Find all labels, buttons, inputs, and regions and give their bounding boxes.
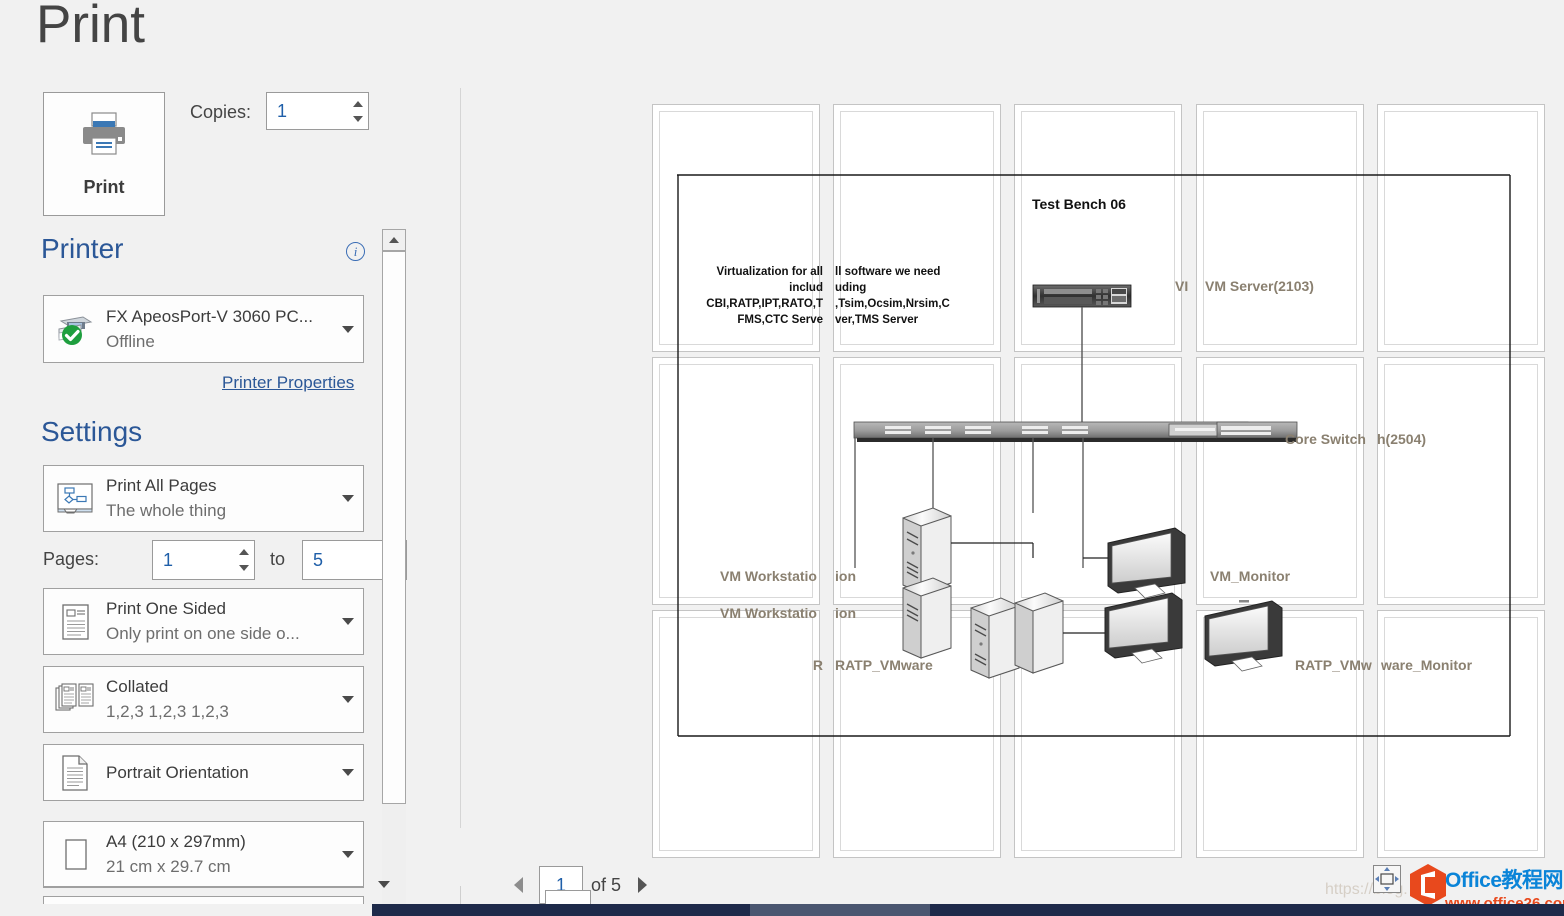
print-preview-area[interactable]: Test Bench 06 Virtualization for all inc… — [505, 88, 1564, 858]
zoom-to-page-icon[interactable] — [1373, 865, 1401, 893]
preview-page-tile[interactable] — [1196, 104, 1364, 352]
chevron-down-icon[interactable] — [333, 851, 363, 858]
preview-page-tile[interactable] — [652, 104, 820, 352]
printer-status: Offline — [106, 332, 333, 352]
chevron-down-icon[interactable] — [333, 769, 363, 776]
printer-name: FX ApeosPort-V 3060 PC... — [106, 307, 333, 327]
copies-label: Copies: — [190, 102, 251, 123]
printer-section-heading: Printer — [41, 233, 123, 265]
pages-from-stepper[interactable]: 1 — [152, 540, 255, 580]
printer-icon — [78, 110, 130, 163]
setting-paper-size[interactable]: A4 (210 x 297mm) 21 cm x 29.7 cm — [43, 821, 364, 888]
setting-title: A4 (210 x 297mm) — [106, 832, 333, 852]
one-sided-icon — [44, 602, 106, 642]
spinner-down-icon[interactable] — [239, 565, 249, 571]
preview-page-tile[interactable] — [1377, 610, 1545, 858]
print-all-pages-icon — [44, 481, 106, 517]
prev-page-icon — [514, 877, 523, 893]
info-icon[interactable]: i — [346, 242, 365, 261]
setting-subtitle: The whole thing — [106, 501, 333, 521]
pages-label: Pages: — [43, 549, 99, 570]
pages-from-spin-arrows[interactable] — [234, 541, 254, 579]
taskbar-left-segment — [0, 904, 372, 916]
scrollbar-thumb[interactable] — [382, 251, 406, 804]
taskbar-active-segment — [750, 904, 930, 916]
page-count-label: of 5 — [591, 875, 621, 896]
copies-value[interactable]: 1 — [267, 93, 348, 129]
portrait-icon — [44, 753, 106, 793]
scroll-up-icon — [389, 237, 399, 243]
setting-subtitle: Only print on one side o... — [106, 624, 333, 644]
page-title: Print — [36, 0, 145, 55]
office-logo-icon — [1407, 863, 1449, 907]
preview-page-tile[interactable] — [1377, 357, 1545, 605]
settings-section-heading: Settings — [41, 416, 142, 448]
pages-from-value[interactable]: 1 — [153, 541, 234, 579]
print-settings-pane: Print Copies: 1 Printer i — [0, 78, 412, 916]
scrollbar-track[interactable] — [382, 251, 406, 916]
setting-title: Print One Sided — [106, 599, 333, 619]
setting-title: Print All Pages — [106, 476, 333, 496]
preview-page-tile[interactable] — [1196, 610, 1364, 858]
spinner-up-icon[interactable] — [353, 101, 363, 107]
chevron-down-icon[interactable] — [333, 696, 363, 703]
preview-page-tile[interactable] — [833, 610, 1001, 858]
spinner-up-icon[interactable] — [239, 549, 249, 555]
pane-divider-bottom — [460, 886, 461, 906]
next-page-button[interactable] — [629, 870, 655, 900]
print-backstage-view: Print Print Copies: 1 — [0, 0, 1564, 916]
spinner-down-icon[interactable] — [353, 116, 363, 122]
preview-page-tile[interactable] — [1014, 357, 1182, 605]
chevron-down-icon[interactable] — [333, 326, 363, 333]
chevron-down-icon[interactable] — [333, 618, 363, 625]
preview-page-tile[interactable] — [833, 357, 1001, 605]
watermark-overlay: https://blog. Office教程网 www.office26.com — [1325, 863, 1564, 907]
preview-page-tile[interactable] — [1014, 610, 1182, 858]
prev-page-button[interactable] — [505, 870, 531, 900]
collated-icon — [44, 683, 106, 717]
settings-scrollbar[interactable] — [382, 229, 406, 916]
preview-page-tile[interactable] — [652, 357, 820, 605]
setting-collation[interactable]: Collated 1,2,3 1,2,3 1,2,3 — [43, 666, 364, 733]
scroll-up-button[interactable] — [382, 229, 406, 251]
watermark-brand: Office教程网 — [1445, 864, 1564, 894]
printer-properties-link[interactable]: Printer Properties — [222, 373, 354, 393]
preview-page-tile[interactable] — [1377, 104, 1545, 352]
preview-page-tile[interactable] — [833, 104, 1001, 352]
setting-title: Collated — [106, 677, 333, 697]
taskbar-strip — [0, 904, 1564, 916]
preview-page-tile[interactable] — [1196, 357, 1364, 605]
pages-range-row: Pages: 1 to 5 — [43, 540, 368, 580]
next-page-icon — [638, 877, 647, 893]
setting-title: Portrait Orientation — [106, 763, 333, 783]
pane-divider — [460, 88, 461, 828]
paper-size-icon — [44, 835, 106, 875]
chevron-down-icon[interactable] — [333, 495, 363, 502]
preview-page-tile[interactable] — [1014, 104, 1182, 352]
pages-to-value[interactable]: 5 — [303, 541, 386, 579]
printer-select[interactable]: FX ApeosPort-V 3060 PC... Offline — [43, 295, 364, 363]
setting-subtitle: 1,2,3 1,2,3 1,2,3 — [106, 702, 333, 722]
preview-page-tile[interactable] — [652, 610, 820, 858]
printer-status-icon — [44, 311, 106, 347]
setting-orientation[interactable]: Portrait Orientation — [43, 744, 364, 801]
copies-stepper[interactable]: 1 — [266, 92, 369, 130]
pages-to-label: to — [270, 549, 285, 570]
setting-partial-divider — [43, 886, 364, 894]
copies-spin-arrows[interactable] — [348, 93, 368, 129]
setting-print-range[interactable]: Print All Pages The whole thing — [43, 465, 364, 532]
setting-sided[interactable]: Print One Sided Only print on one side o… — [43, 588, 364, 655]
print-button[interactable]: Print — [43, 92, 165, 216]
print-button-label: Print — [83, 177, 124, 198]
setting-subtitle: 21 cm x 29.7 cm — [106, 857, 333, 877]
